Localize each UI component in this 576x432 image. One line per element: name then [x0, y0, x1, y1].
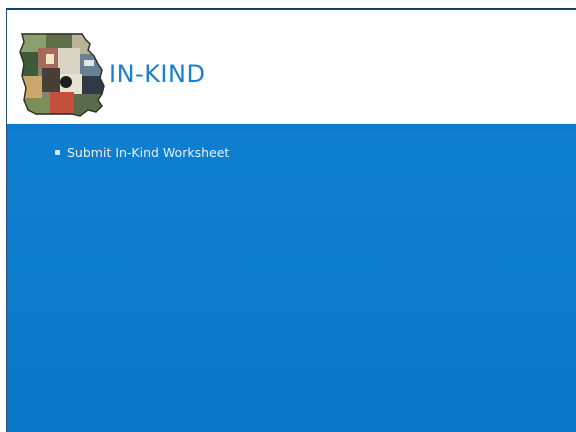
presentation-slide: IN-KIND Submit In-Kind Worksheet — [6, 8, 576, 432]
slide-body-background — [7, 129, 576, 432]
bullet-list: Submit In-Kind Worksheet — [55, 144, 555, 162]
bullet-item: Submit In-Kind Worksheet — [55, 144, 555, 162]
bullet-icon — [55, 150, 60, 155]
page: IN-KIND Submit In-Kind Worksheet — [0, 0, 576, 432]
missouri-map-collage-icon — [19, 33, 105, 117]
slide-header: IN-KIND — [7, 10, 576, 124]
bullet-text: Submit In-Kind Worksheet — [67, 145, 230, 160]
slide-title: IN-KIND — [109, 60, 206, 88]
header-divider — [7, 124, 576, 129]
